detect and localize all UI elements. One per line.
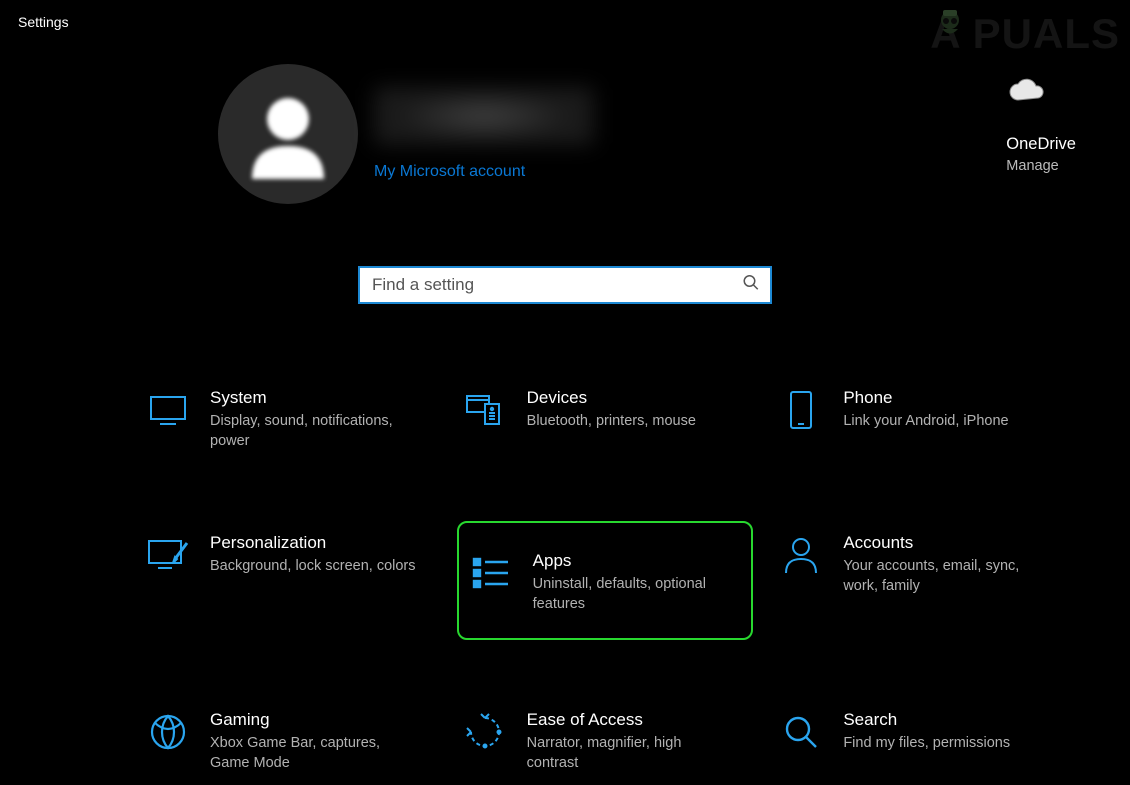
tile-desc: Xbox Game Bar, captures, Game Mode (210, 734, 420, 773)
category-accounts[interactable]: Accounts Your accounts, email, sync, wor… (773, 521, 1070, 640)
phone-icon (779, 388, 823, 432)
tile-desc: Display, sound, notifications, power (210, 412, 420, 451)
onedrive-manage-link[interactable]: Manage (1006, 158, 1076, 174)
settings-body: System Display, sound, notifications, po… (0, 226, 1130, 755)
tile-title: Devices (527, 388, 696, 408)
accounts-icon (779, 533, 823, 577)
apps-icon (469, 551, 513, 595)
watermark-mascot-icon (930, 4, 970, 44)
tile-desc: Uninstall, defaults, optional features (533, 575, 738, 614)
tile-title: Ease of Access (527, 710, 737, 730)
tile-desc: Your accounts, email, sync, work, family (843, 557, 1053, 596)
search-icon (742, 274, 760, 297)
avatar[interactable] (218, 64, 358, 204)
user-icon (240, 86, 336, 182)
personalization-icon (146, 533, 190, 577)
my-microsoft-account-link[interactable]: My Microsoft account (374, 163, 594, 181)
ease-of-access-icon (463, 710, 507, 754)
cloud-icon (1008, 78, 1076, 107)
category-system[interactable]: System Display, sound, notifications, po… (140, 376, 437, 463)
category-phone[interactable]: Phone Link your Android, iPhone (773, 376, 1070, 463)
devices-icon (463, 388, 507, 432)
category-devices[interactable]: Devices Bluetooth, printers, mouse (457, 376, 754, 463)
category-personalization[interactable]: Personalization Background, lock screen,… (140, 521, 437, 640)
tile-title: Personalization (210, 533, 416, 553)
tile-title: Apps (533, 551, 738, 571)
tile-title: Gaming (210, 710, 420, 730)
onedrive-block[interactable]: OneDrive Manage (1006, 78, 1076, 174)
window-title: Settings (18, 14, 69, 30)
tile-title: System (210, 388, 420, 408)
settings-grid: System Display, sound, notifications, po… (140, 376, 1070, 785)
profile-section: My Microsoft account (218, 64, 594, 204)
gaming-icon (146, 710, 190, 754)
tile-title: Search (843, 710, 1010, 730)
tile-title: Accounts (843, 533, 1053, 553)
tile-desc: Find my files, permissions (843, 734, 1010, 754)
category-apps[interactable]: Apps Uninstall, defaults, optional featu… (457, 521, 754, 640)
username-blurred (374, 87, 594, 145)
category-ease-of-access[interactable]: Ease of Access Narrator, magnifier, high… (457, 698, 754, 785)
display-icon (146, 388, 190, 432)
tile-desc: Link your Android, iPhone (843, 412, 1008, 432)
tile-title: Phone (843, 388, 1008, 408)
magnifier-icon (779, 710, 823, 754)
onedrive-title: OneDrive (1006, 135, 1076, 154)
category-search[interactable]: Search Find my files, permissions (773, 698, 1070, 785)
tile-desc: Bluetooth, printers, mouse (527, 412, 696, 432)
search-container (358, 266, 772, 304)
search-input[interactable] (360, 268, 770, 302)
tile-desc: Narrator, magnifier, high contrast (527, 734, 737, 773)
category-gaming[interactable]: Gaming Xbox Game Bar, captures, Game Mod… (140, 698, 437, 785)
tile-desc: Background, lock screen, colors (210, 557, 416, 577)
